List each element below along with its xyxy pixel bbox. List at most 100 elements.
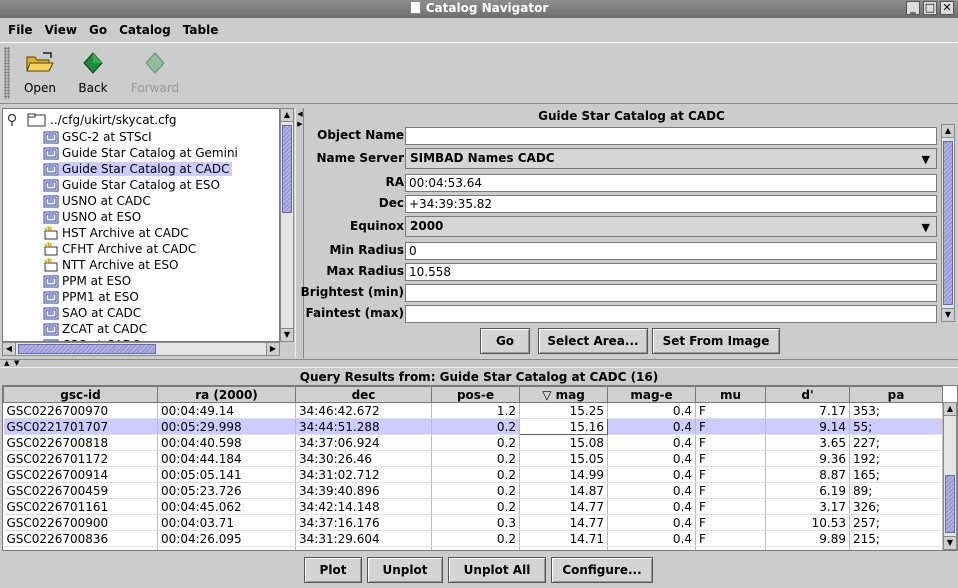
table-cell[interactable]: 0.2 xyxy=(431,450,520,467)
horizontal-splitter[interactable]: ▲ ▼ xyxy=(0,359,958,368)
faintest-input[interactable] xyxy=(405,305,937,323)
table-cell[interactable]: F xyxy=(695,466,766,483)
column-header[interactable]: mag-e xyxy=(607,386,696,403)
table-cell[interactable]: F xyxy=(695,402,766,419)
object-name-input[interactable] xyxy=(405,127,937,145)
tree-expand-icon[interactable] xyxy=(7,113,19,127)
table-row[interactable]: GSC0226701172 00:04:44.184 34:30:26.46 0.2 1… xyxy=(3,450,943,467)
table-cell[interactable]: 34:37:16.176 xyxy=(295,514,432,531)
menu-file[interactable]: File xyxy=(4,23,41,37)
column-header[interactable]: ra (2000) xyxy=(157,386,296,403)
form-vscroll-thumb[interactable] xyxy=(943,141,953,305)
select-area-button[interactable]: Select Area... xyxy=(538,328,648,354)
maximize-button[interactable]: □ xyxy=(923,1,937,15)
table-cell[interactable]: 15.05 xyxy=(519,450,608,467)
table-cell[interactable]: 0.2 xyxy=(431,434,520,451)
collapse-right-icon[interactable]: ▶ xyxy=(296,120,304,128)
go-button[interactable]: Go xyxy=(480,328,530,354)
equinox-select[interactable]: 2000 ▼ xyxy=(405,216,937,237)
table-cell[interactable]: 9.14 xyxy=(765,418,850,435)
collapse-left-icon[interactable]: ◀ xyxy=(296,110,304,118)
table-cell[interactable]: 0.2 xyxy=(431,498,520,515)
table-cell[interactable]: 55; xyxy=(849,418,943,435)
scroll-up-icon[interactable]: ▲ xyxy=(280,108,294,122)
table-cell[interactable]: 14.87 xyxy=(519,482,608,499)
table-cell[interactable]: 00:05:23.726 xyxy=(157,482,296,499)
table-cell[interactable]: 215; xyxy=(849,530,943,547)
table-cell[interactable]: 34:38:30.084 xyxy=(295,546,432,550)
table-cell[interactable]: 34:39:40.896 xyxy=(295,482,432,499)
tree-item[interactable]: PPM at ESO xyxy=(43,273,134,289)
column-header[interactable]: d' xyxy=(765,386,850,403)
unplot-all-button[interactable]: Unplot All xyxy=(448,557,546,583)
table-cell[interactable]: 14.7 xyxy=(519,546,608,550)
ra-input[interactable]: 00:04:53.64 xyxy=(405,174,937,192)
table-cell[interactable]: 0.4 xyxy=(607,434,696,451)
table-cell[interactable]: 00:04:12.493 xyxy=(157,546,296,550)
table-cell[interactable]: F xyxy=(695,546,766,550)
table-cell[interactable]: 00:04:40.598 xyxy=(157,434,296,451)
table-cell[interactable]: 34:37:06.924 xyxy=(295,434,432,451)
close-button[interactable]: ✕ xyxy=(940,1,954,15)
table-cell[interactable]: GSC0226700459 xyxy=(3,482,158,499)
table-cell[interactable]: 1.2 xyxy=(431,402,520,419)
table-cell[interactable]: 9.89 xyxy=(765,530,850,547)
table-cell[interactable]: 3.17 xyxy=(765,498,850,515)
table-cell[interactable]: GSC0226700970 xyxy=(3,402,158,419)
form-vertical-scrollbar[interactable]: ▲ ▼ xyxy=(941,124,955,322)
table-cell[interactable]: 34:31:29.604 xyxy=(295,530,432,547)
column-header[interactable]: mu xyxy=(695,386,766,403)
table-cell[interactable]: 14.77 xyxy=(519,514,608,531)
table-cell[interactable]: 246; xyxy=(849,546,943,550)
table-cell[interactable]: 227; xyxy=(849,434,943,451)
min-radius-input[interactable]: 0 xyxy=(405,242,937,260)
table-cell[interactable]: 257; xyxy=(849,514,943,531)
table-cell[interactable]: 0.3 xyxy=(431,514,520,531)
brightest-input[interactable] xyxy=(405,284,937,302)
table-cell[interactable]: 0.2 xyxy=(431,482,520,499)
table-cell[interactable]: 9.36 xyxy=(765,450,850,467)
table-cell[interactable]: GSC0226700914 xyxy=(3,466,158,483)
tree-item[interactable]: GSC-2 at STScI xyxy=(43,129,155,145)
table-row[interactable]: GSC0226700836 00:04:26.095 34:31:29.604 0.2… xyxy=(3,530,943,547)
table-cell[interactable]: 0.4 xyxy=(607,498,696,515)
tree-item[interactable]: ZCAT at CADC xyxy=(43,321,150,337)
table-cell[interactable]: 15.16 xyxy=(519,418,608,435)
table-cell[interactable]: 6.19 xyxy=(765,482,850,499)
name-server-select[interactable]: SIMBAD Names CADC ▼ xyxy=(405,148,937,169)
tree-horizontal-scrollbar[interactable]: ◀ ▶ xyxy=(2,342,280,356)
table-row[interactable]: GSC0226700914 00:05:05.141 34:31:02.712 0.2… xyxy=(3,466,943,483)
table-cell[interactable]: GSC0226700818 xyxy=(3,434,158,451)
tree-item[interactable]: SAO at CADC xyxy=(43,305,144,321)
scroll-down-icon[interactable]: ▼ xyxy=(943,536,957,550)
tree-root[interactable]: ../cfg/ukirt/skycat.cfg xyxy=(7,112,177,128)
tree-item[interactable]: NTT Archive at ESO xyxy=(43,257,181,273)
tree-item[interactable]: Guide Star Catalog at ESO xyxy=(43,177,223,193)
table-row[interactable]: GSC0226701161 00:04:45.062 34:42:14.148 0.2… xyxy=(3,498,943,515)
table-cell[interactable]: 0.4 xyxy=(607,466,696,483)
vertical-splitter[interactable]: ◀ ▶ xyxy=(295,108,304,358)
tree-hscroll-thumb[interactable] xyxy=(18,344,156,354)
table-row[interactable]: GSC0226700818 00:04:40.598 34:37:06.924 0.2… xyxy=(3,434,943,451)
table-cell[interactable]: F xyxy=(695,450,766,467)
table-cell[interactable]: F xyxy=(695,514,766,531)
table-cell[interactable]: F xyxy=(695,498,766,515)
results-vertical-scrollbar[interactable]: ▲ ▼ xyxy=(943,402,957,550)
table-cell[interactable]: F xyxy=(695,418,766,435)
table-cell[interactable]: 0.4 xyxy=(607,418,696,435)
table-cell[interactable]: 165; xyxy=(849,466,943,483)
table-cell[interactable]: 0.2 xyxy=(431,546,520,550)
table-cell[interactable]: 353; xyxy=(849,402,943,419)
menu-view[interactable]: View xyxy=(41,23,85,37)
column-header[interactable]: dec xyxy=(295,386,432,403)
table-cell[interactable]: 0.4 xyxy=(607,546,696,550)
table-cell[interactable]: 8.87 xyxy=(765,466,850,483)
column-header[interactable]: ▽ mag xyxy=(519,386,608,403)
table-cell[interactable]: F xyxy=(695,434,766,451)
open-button[interactable]: Open xyxy=(12,49,68,101)
table-row[interactable]: GSC0226700900 00:04:03.71 34:37:16.176 0.3 1… xyxy=(3,514,943,531)
table-cell[interactable]: 34:46:42.672 xyxy=(295,402,432,419)
column-header[interactable]: pa xyxy=(849,386,943,403)
table-cell[interactable]: 00:04:26.095 xyxy=(157,530,296,547)
table-cell[interactable]: 0.4 xyxy=(607,450,696,467)
